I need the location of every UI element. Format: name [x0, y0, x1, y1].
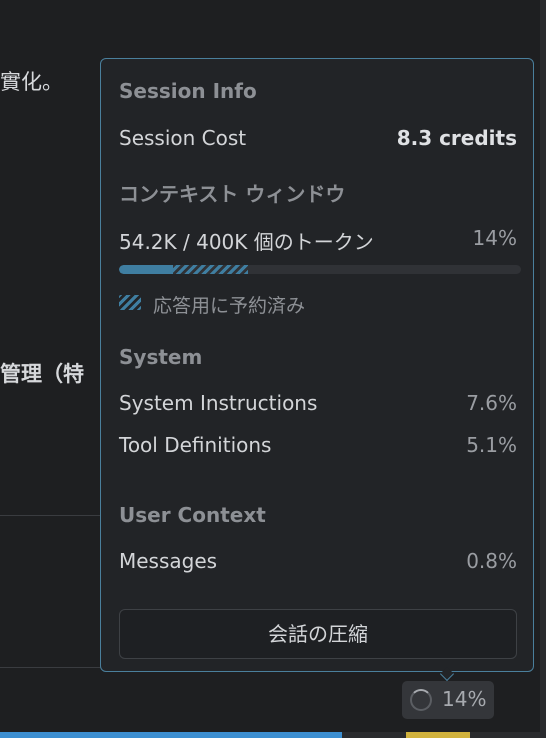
context-usage-bar	[119, 265, 521, 274]
context-usage-popover: Session Info Session Cost 8.3 credits コン…	[100, 58, 534, 672]
system-instructions-label: System Instructions	[119, 391, 318, 415]
context-window-heading: コンテキスト ウィンドウ	[119, 182, 346, 206]
messages-value: 0.8%	[466, 549, 517, 573]
compact-conversation-button[interactable]: 会話の圧縮	[119, 609, 517, 659]
status-percent: 14%	[442, 687, 487, 711]
context-usage-status-button[interactable]: 14%	[402, 681, 494, 719]
reserved-tokens-fill	[173, 265, 248, 274]
background-heading-fragment: 管理（特	[0, 362, 84, 386]
background-divider	[0, 515, 112, 516]
session-info-heading: Session Info	[119, 79, 257, 103]
used-tokens-fill	[119, 265, 174, 274]
reserved-legend-label: 応答用に予約済み	[153, 295, 306, 317]
context-usage-percent: 14%	[472, 226, 517, 250]
bottom-status-bar	[0, 732, 546, 738]
messages-label: Messages	[119, 549, 218, 573]
token-usage-text: 54.2K / 400K 個のトークン	[119, 230, 374, 254]
status-bar-segment-yellow	[406, 732, 470, 738]
system-instructions-value: 7.6%	[466, 391, 517, 415]
reserved-legend-swatch	[119, 295, 141, 310]
background-text-fragment: 實化。	[0, 70, 63, 94]
session-cost-value: 8.3 credits	[396, 126, 517, 150]
scrollbar[interactable]	[540, 0, 546, 738]
tool-definitions-label: Tool Definitions	[119, 433, 272, 457]
user-context-heading: User Context	[119, 503, 266, 527]
session-cost-label: Session Cost	[119, 126, 247, 150]
tool-definitions-value: 5.1%	[466, 433, 517, 457]
system-heading: System	[119, 345, 203, 369]
background-divider	[0, 667, 112, 668]
loading-spinner-icon	[410, 689, 432, 711]
status-bar-segment-blue	[0, 732, 342, 738]
